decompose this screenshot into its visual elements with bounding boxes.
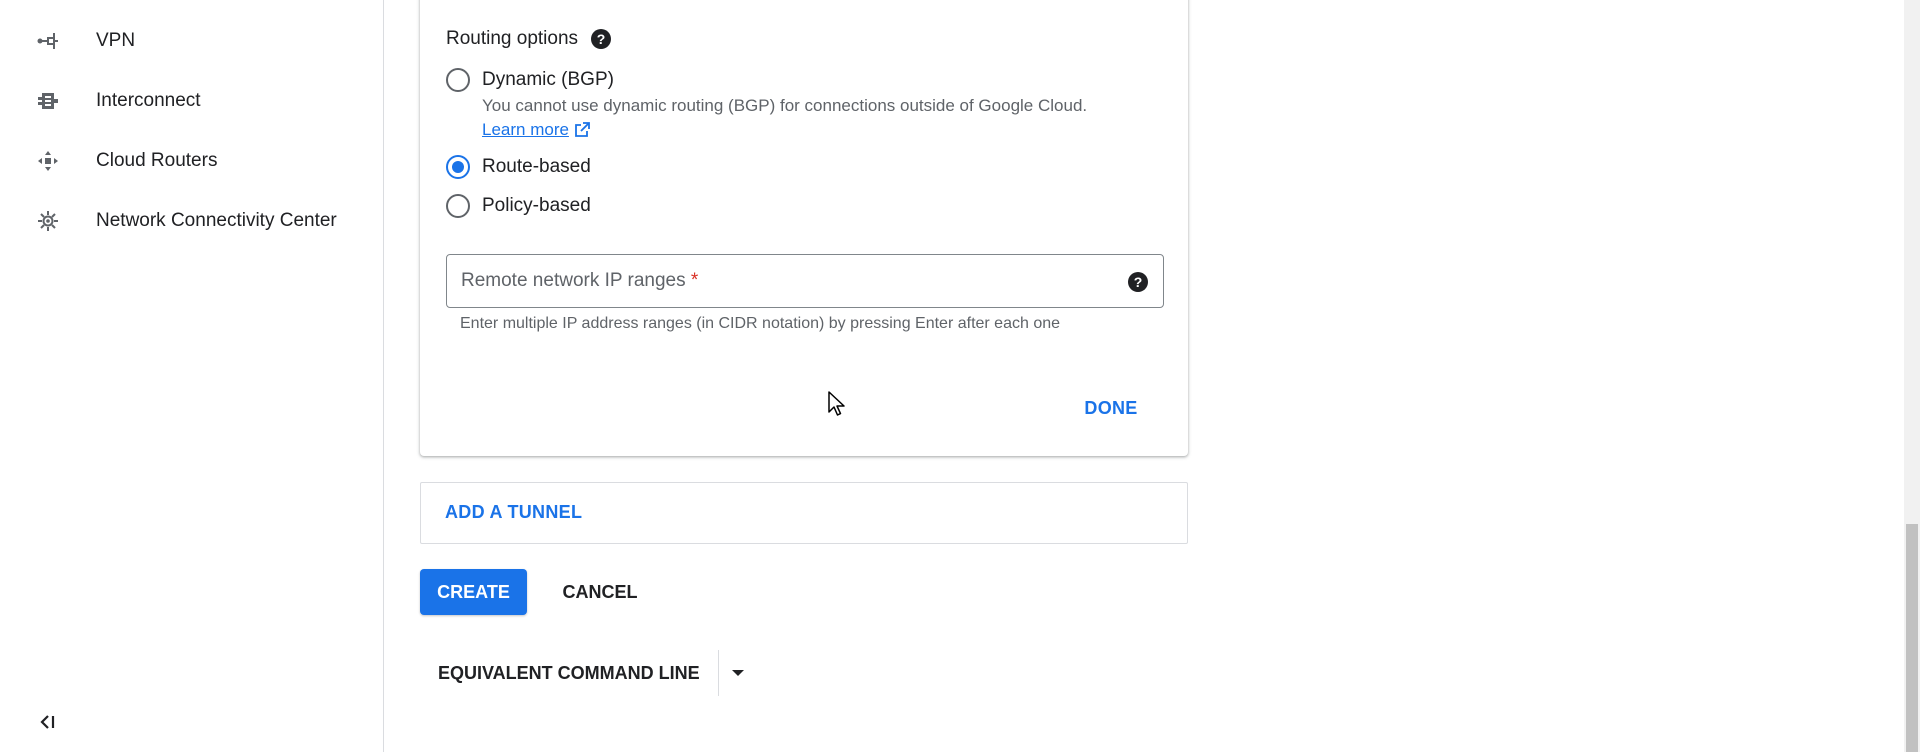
sidebar-item-label: Network Connectivity Center: [96, 210, 337, 231]
equivalent-command-line-group: EQUIVALENT COMMAND LINE: [420, 650, 757, 696]
radio-route-based[interactable]: Route-based: [446, 155, 591, 179]
help-icon[interactable]: ?: [1127, 271, 1149, 293]
create-button[interactable]: CREATE: [420, 569, 527, 615]
equivalent-command-line-button[interactable]: EQUIVALENT COMMAND LINE: [420, 650, 718, 696]
dropdown-toggle[interactable]: [719, 650, 757, 696]
external-link-icon: [575, 122, 590, 137]
svg-text:?: ?: [597, 31, 606, 47]
sidebar-item-label: Interconnect: [96, 90, 201, 111]
add-tunnel-button[interactable]: ADD A TUNNEL: [445, 502, 582, 523]
vpn-icon: [36, 29, 60, 53]
sidebar-item-cloud-routers[interactable]: Cloud Routers: [0, 131, 383, 191]
radio-dynamic-bgp[interactable]: Dynamic (BGP): [446, 68, 614, 92]
input-placeholder: Remote network IP ranges *: [461, 270, 699, 291]
network-connectivity-center-icon: [36, 209, 60, 233]
routing-options-title: Routing options: [446, 28, 579, 49]
caret-down-icon: [731, 670, 744, 676]
radio-policy-based[interactable]: Policy-based: [446, 194, 591, 218]
help-icon[interactable]: ?: [590, 28, 612, 50]
radio-label: Route-based: [482, 156, 591, 177]
sidebar-item-interconnect[interactable]: Interconnect: [0, 71, 383, 131]
collapse-sidebar-icon[interactable]: [36, 710, 60, 734]
bgp-description: You cannot use dynamic routing (BGP) for…: [482, 96, 1088, 115]
mouse-cursor-icon: [828, 391, 845, 416]
learn-more-label: Learn more: [482, 120, 569, 139]
radio-label: Dynamic (BGP): [482, 69, 614, 90]
remote-network-ip-ranges-input[interactable]: Remote network IP ranges * ?: [446, 254, 1164, 308]
cloud-routers-icon: [36, 149, 60, 173]
learn-more-link[interactable]: Learn more: [482, 120, 591, 140]
sidebar: VPN Interconnect Cloud Routers Network C…: [0, 0, 384, 752]
cancel-button[interactable]: CANCEL: [548, 569, 652, 615]
radio-label: Policy-based: [482, 195, 591, 216]
input-hint: Enter multiple IP address ranges (in CID…: [460, 315, 1061, 332]
radio-button[interactable]: [446, 68, 470, 92]
sidebar-item-label: Cloud Routers: [96, 150, 218, 171]
routing-options-heading: Routing options ?: [446, 28, 612, 50]
sidebar-item-label: VPN: [96, 30, 136, 51]
scrollbar-thumb[interactable]: [1906, 524, 1918, 752]
svg-text:?: ?: [1134, 274, 1143, 290]
sidebar-item-vpn[interactable]: VPN: [0, 11, 383, 71]
interconnect-icon: [36, 89, 60, 113]
radio-button[interactable]: [446, 194, 470, 218]
sidebar-item-network-connectivity-center[interactable]: Network Connectivity Center: [0, 191, 383, 251]
radio-button-checked[interactable]: [446, 155, 470, 179]
add-tunnel-panel: ADD A TUNNEL: [420, 482, 1188, 544]
done-button[interactable]: DONE: [1066, 390, 1156, 426]
